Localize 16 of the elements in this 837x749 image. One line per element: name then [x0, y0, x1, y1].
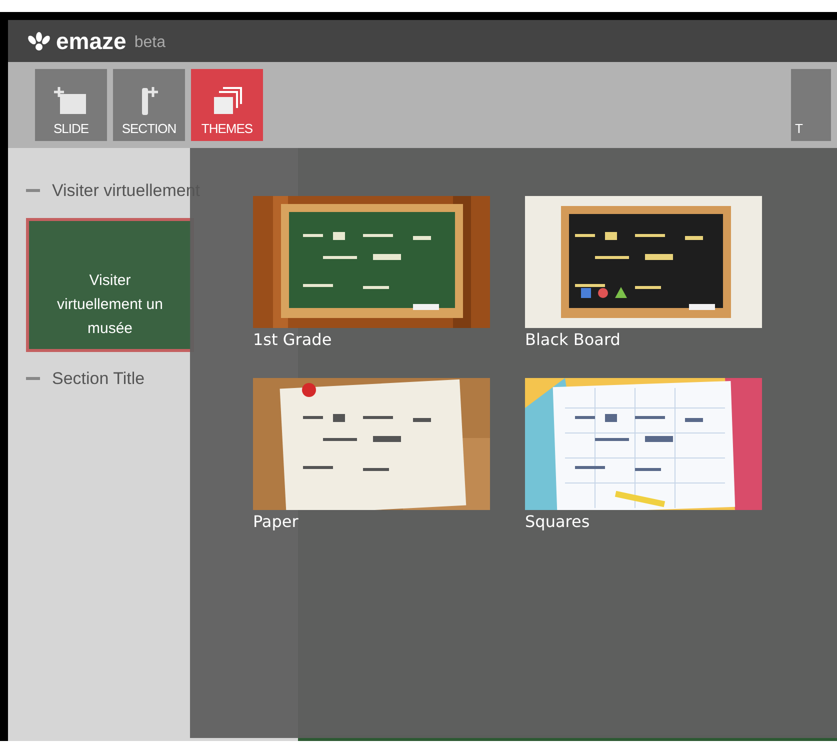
toolbar-button[interactable]: SLIDE [35, 69, 107, 141]
beta-label: beta [134, 32, 166, 52]
theme-card[interactable]: Paper [253, 378, 490, 534]
theme-name: Black Board [525, 329, 620, 351]
theme-card[interactable]: 1st Grade [253, 196, 490, 352]
theme-name: Paper [253, 511, 298, 533]
toolbar-button[interactable]: T [791, 69, 831, 141]
toolbar-button[interactable]: THEMES [191, 69, 263, 141]
toolbar-button[interactable]: SECTION [113, 69, 185, 141]
slide-text: Visiter virtuellement un musée [56, 270, 164, 338]
theme-card[interactable]: Squares [525, 378, 762, 534]
theme-card[interactable]: Black Board [525, 196, 762, 352]
theme-name: 1st Grade [253, 329, 332, 351]
app-logo: emaze [56, 30, 126, 52]
theme-name: Squares [525, 511, 590, 533]
section-title: Section Title [52, 368, 145, 390]
